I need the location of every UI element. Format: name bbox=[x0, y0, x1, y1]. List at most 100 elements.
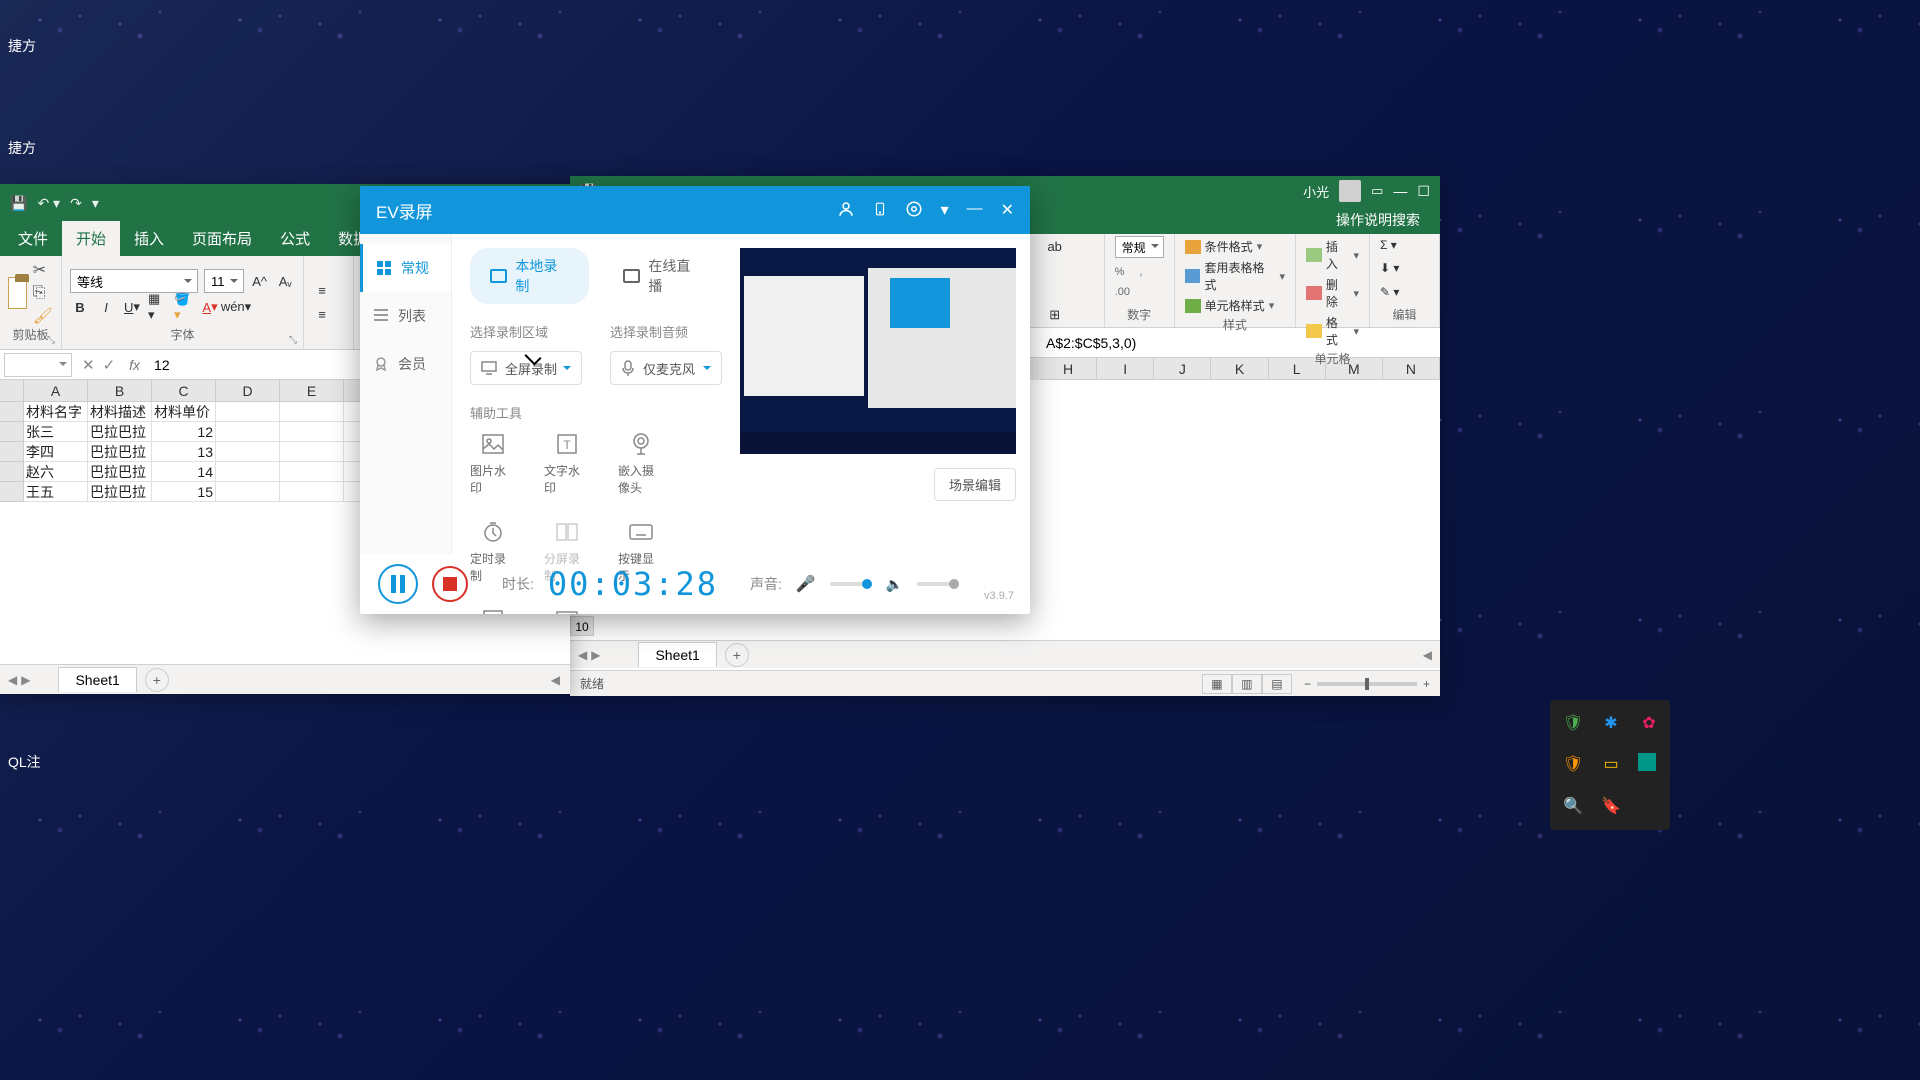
copy-icon[interactable]: ⎘ bbox=[33, 284, 53, 302]
row-header[interactable] bbox=[0, 402, 24, 422]
phonetic-button[interactable]: wén▾ bbox=[226, 297, 246, 317]
col-header[interactable]: M bbox=[1326, 358, 1383, 380]
underline-button[interactable]: U ▾ bbox=[122, 297, 142, 317]
font-color-button[interactable]: A▾ bbox=[200, 297, 220, 317]
username[interactable]: 小光 bbox=[1303, 182, 1329, 201]
table-format-button[interactable]: 套用表格格式▾ bbox=[1185, 257, 1285, 295]
mic-volume-slider[interactable] bbox=[830, 582, 872, 586]
add-sheet-button[interactable]: + bbox=[145, 668, 169, 692]
bookmark-icon[interactable]: 🔖 bbox=[1600, 795, 1622, 817]
phone-icon[interactable] bbox=[873, 200, 887, 220]
cell[interactable]: 巴拉巴拉 bbox=[88, 462, 152, 482]
area-select[interactable]: 全屏录制 bbox=[470, 351, 582, 385]
tool-camera[interactable]: 嵌入摄像头 bbox=[618, 432, 664, 496]
cell[interactable] bbox=[280, 462, 344, 482]
sheet-tab[interactable]: Sheet1 bbox=[638, 642, 716, 667]
cell[interactable]: 材料描述 bbox=[88, 402, 152, 422]
minimize-icon[interactable]: — bbox=[967, 200, 983, 220]
enter-formula-icon[interactable]: ✓ bbox=[103, 356, 116, 374]
desktop-shortcut-label[interactable]: QL注 bbox=[2, 748, 47, 776]
col-header[interactable]: K bbox=[1211, 358, 1268, 380]
cell[interactable] bbox=[280, 402, 344, 422]
row-header[interactable]: 10 bbox=[570, 616, 594, 636]
row-header[interactable] bbox=[0, 422, 24, 442]
cell[interactable]: 15 bbox=[152, 482, 216, 502]
cell[interactable] bbox=[280, 482, 344, 502]
cell[interactable]: 13 bbox=[152, 442, 216, 462]
align-top-icon[interactable]: ≡ bbox=[312, 281, 332, 301]
cell[interactable]: 王五 bbox=[24, 482, 88, 502]
cell[interactable]: 14 bbox=[152, 462, 216, 482]
cell[interactable] bbox=[216, 442, 280, 462]
col-header[interactable]: C bbox=[152, 380, 216, 402]
chevron-down-icon[interactable]: ▾ bbox=[941, 200, 949, 220]
user-icon[interactable] bbox=[837, 200, 855, 220]
add-sheet-button[interactable]: + bbox=[725, 643, 749, 667]
select-all-corner[interactable] bbox=[0, 380, 24, 402]
italic-button[interactable]: I bbox=[96, 297, 116, 317]
cell[interactable]: 赵六 bbox=[24, 462, 88, 482]
name-box[interactable] bbox=[4, 353, 72, 377]
sidebar-item-list[interactable]: 列表 bbox=[360, 292, 451, 340]
tell-me-search[interactable]: 操作说明搜索 bbox=[1336, 210, 1420, 230]
shield-icon[interactable]: 🛡 bbox=[1562, 712, 1584, 734]
delete-cells-button[interactable]: 删除▾ bbox=[1306, 274, 1359, 312]
col-header[interactable]: L bbox=[1269, 358, 1326, 380]
tool-local-live[interactable]: 本地直播 bbox=[544, 608, 590, 614]
star-icon[interactable]: ✱ bbox=[1600, 712, 1622, 734]
paste-icon[interactable] bbox=[8, 277, 27, 309]
maximize-icon[interactable]: ☐ bbox=[1417, 183, 1430, 200]
tab-insert[interactable]: 插入 bbox=[120, 221, 178, 256]
cell[interactable]: 材料名字 bbox=[24, 402, 88, 422]
format-painter-icon[interactable]: 🖌 bbox=[33, 306, 53, 326]
cell[interactable]: 巴拉巴拉 bbox=[88, 422, 152, 442]
scene-edit-button[interactable]: 场景编辑 bbox=[934, 468, 1016, 501]
flower-icon[interactable]: ✿ bbox=[1638, 712, 1660, 734]
insert-cells-button[interactable]: 插入▾ bbox=[1306, 236, 1359, 274]
avatar[interactable] bbox=[1339, 180, 1361, 202]
cell[interactable] bbox=[280, 422, 344, 442]
desktop-shortcut-label[interactable]: 捷方 bbox=[2, 134, 42, 162]
desktop-shortcut-label[interactable]: 捷方 bbox=[2, 32, 42, 60]
minimize-icon[interactable]: — bbox=[1393, 183, 1407, 200]
sidebar-item-normal[interactable]: 常规 bbox=[360, 244, 451, 292]
zoom-out-icon[interactable]: − bbox=[1304, 677, 1311, 691]
cell[interactable] bbox=[216, 422, 280, 442]
cell[interactable]: 李四 bbox=[24, 442, 88, 462]
col-header[interactable]: N bbox=[1383, 358, 1440, 380]
cell-styles-button[interactable]: 单元格样式▾ bbox=[1185, 295, 1285, 316]
sidebar-item-member[interactable]: 会员 bbox=[360, 340, 451, 388]
col-header[interactable]: H bbox=[1040, 358, 1097, 380]
fill-color-button[interactable]: 🪣▾ bbox=[174, 297, 194, 317]
tab-local-record[interactable]: 本地录制 bbox=[470, 248, 589, 304]
number-format-select[interactable]: 常规 bbox=[1115, 236, 1164, 258]
preview-thumbnail[interactable] bbox=[740, 248, 1016, 454]
border-button[interactable]: ▦ ▾ bbox=[148, 297, 168, 317]
search-icon[interactable]: 🔍 bbox=[1562, 795, 1584, 817]
folder-icon[interactable]: ▭ bbox=[1600, 753, 1622, 775]
tab-formulas[interactable]: 公式 bbox=[266, 221, 324, 256]
cell[interactable] bbox=[216, 462, 280, 482]
decrease-font-icon[interactable]: Aᵥ bbox=[275, 271, 295, 291]
tab-home[interactable]: 开始 bbox=[62, 221, 120, 256]
zoom-in-icon[interactable]: + bbox=[1423, 677, 1430, 691]
tab-live-stream[interactable]: 在线直播 bbox=[603, 248, 722, 304]
shield-orange-icon[interactable]: 🛡 bbox=[1562, 753, 1584, 775]
cell[interactable]: 巴拉巴拉 bbox=[88, 482, 152, 502]
settings-icon[interactable] bbox=[905, 200, 923, 220]
col-header[interactable]: I bbox=[1097, 358, 1154, 380]
cut-icon[interactable]: ✂ bbox=[33, 260, 53, 280]
cell[interactable] bbox=[216, 402, 280, 422]
cell[interactable]: 巴拉巴拉 bbox=[88, 442, 152, 462]
speaker-volume-slider[interactable] bbox=[917, 582, 959, 586]
tool-text-watermark[interactable]: T文字水印 bbox=[544, 432, 590, 496]
col-header[interactable]: A bbox=[24, 380, 88, 402]
increase-font-icon[interactable]: A^ bbox=[250, 271, 270, 291]
align-left-icon[interactable]: ≡ bbox=[312, 305, 332, 325]
tab-page-layout[interactable]: 页面布局 bbox=[178, 221, 266, 256]
fx-icon[interactable]: fx bbox=[121, 357, 148, 373]
cancel-formula-icon[interactable]: ✕ bbox=[82, 356, 95, 374]
row-header[interactable] bbox=[0, 482, 24, 502]
save-icon[interactable]: 💾 bbox=[10, 195, 27, 212]
normal-view-icon[interactable]: ▦ bbox=[1202, 674, 1232, 694]
